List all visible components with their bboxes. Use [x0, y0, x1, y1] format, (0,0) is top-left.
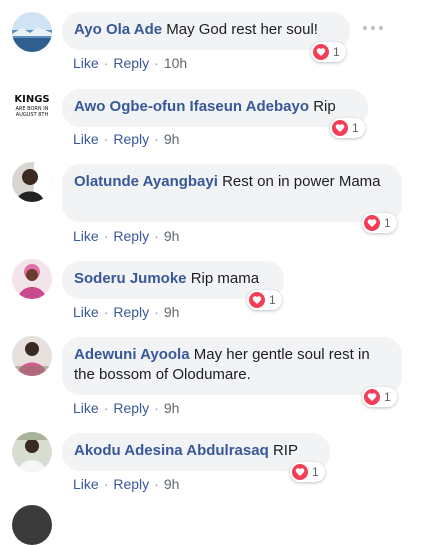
comment-actions: Like · Reply · 9h: [73, 476, 180, 492]
heart-icon: [313, 44, 329, 60]
avatar-photo-icon: [12, 336, 52, 376]
heart-icon: [292, 464, 308, 480]
avatar[interactable]: [12, 162, 52, 202]
reaction-count[interactable]: 1: [247, 290, 282, 310]
reply-link[interactable]: Reply: [113, 304, 149, 320]
like-link[interactable]: Like: [73, 131, 99, 147]
comment-time[interactable]: 9h: [164, 400, 180, 416]
avatar-photo-icon: [12, 432, 52, 472]
reaction-number: 1: [384, 390, 391, 404]
comment-author[interactable]: Olatunde Ayangbayi: [74, 173, 218, 190]
avatar[interactable]: [12, 432, 52, 472]
heart-icon: [249, 292, 265, 308]
comment-text: Rest on in power Mama: [222, 173, 381, 190]
comment-author[interactable]: Adewuni Ayoola: [74, 346, 190, 363]
comment-text: Rip mama: [190, 270, 260, 287]
reaction-count[interactable]: 1: [311, 42, 346, 62]
comment-time[interactable]: 9h: [164, 131, 180, 147]
avatar[interactable]: [12, 259, 52, 299]
avatar[interactable]: [12, 505, 52, 545]
comment-text: May God rest her soul!: [166, 21, 318, 38]
comment-actions: Like · Reply · 9h: [73, 304, 180, 320]
like-link[interactable]: Like: [73, 304, 99, 320]
comment-time[interactable]: 9h: [164, 476, 180, 492]
comment-author[interactable]: Soderu Jumoke: [74, 270, 187, 287]
reaction-number: 1: [384, 216, 391, 230]
comment-bubble: Adewuni Ayoola May her gentle soul rest …: [62, 337, 402, 395]
comment-author[interactable]: Akodu Adesina Abdulrasaq: [74, 442, 269, 459]
comment-time[interactable]: 9h: [164, 228, 180, 244]
reply-link[interactable]: Reply: [113, 476, 149, 492]
reply-link[interactable]: Reply: [113, 55, 149, 71]
svg-text:KINGS: KINGS: [14, 94, 49, 105]
reply-link[interactable]: Reply: [113, 228, 149, 244]
avatar-photo-icon: [12, 162, 52, 202]
avatar[interactable]: KINGS ARE BORN IN AUGUST 8TH: [12, 85, 52, 125]
comment-bubble: Ayo Ola Ade May God rest her soul!: [62, 12, 350, 50]
comment-actions: Like · Reply · 9h: [73, 228, 180, 244]
like-link[interactable]: Like: [73, 55, 99, 71]
comment-bubble: Akodu Adesina Abdulrasaq RIP: [62, 433, 330, 471]
comment-actions: Like · Reply · 9h: [73, 400, 180, 416]
avatar-photo-icon: [12, 259, 52, 299]
comment-bubble: Olatunde Ayangbayi Rest on in power Mama: [62, 164, 402, 222]
avatar[interactable]: [12, 336, 52, 376]
svg-text:AUGUST 8TH: AUGUST 8TH: [16, 112, 49, 118]
avatar[interactable]: [12, 12, 52, 52]
comment-bubble: Awo Ogbe-ofun Ifaseun Adebayo Rip: [62, 89, 368, 127]
comment-text: RIP: [272, 442, 298, 459]
heart-icon: [364, 389, 380, 405]
comment-author[interactable]: Ayo Ola Ade: [74, 21, 162, 38]
comment-actions: Like · Reply · 10h: [73, 55, 188, 71]
comment-actions: Like · Reply · 9h: [73, 131, 180, 147]
comment-time[interactable]: 9h: [164, 304, 180, 320]
like-link[interactable]: Like: [73, 228, 99, 244]
heart-icon: [332, 120, 348, 136]
reaction-count[interactable]: 1: [330, 118, 365, 138]
avatar-landscape-icon: [12, 12, 52, 52]
reaction-count[interactable]: 1: [362, 213, 397, 233]
reaction-number: 1: [269, 293, 276, 307]
reaction-number: 1: [312, 465, 319, 479]
like-link[interactable]: Like: [73, 400, 99, 416]
reply-link[interactable]: Reply: [113, 131, 149, 147]
reaction-number: 1: [333, 45, 340, 59]
avatar-kings-logo-icon: KINGS ARE BORN IN AUGUST 8TH: [12, 85, 52, 125]
reaction-number: 1: [352, 121, 359, 135]
reaction-count[interactable]: 1: [290, 462, 325, 482]
reply-link[interactable]: Reply: [113, 400, 149, 416]
reaction-count[interactable]: 1: [362, 387, 397, 407]
heart-icon: [364, 215, 380, 231]
comment-time[interactable]: 10h: [164, 55, 187, 71]
comment-text: Rip: [313, 98, 336, 115]
comment-author[interactable]: Awo Ogbe-ofun Ifaseun Adebayo: [74, 98, 309, 115]
more-options-icon[interactable]: [363, 24, 383, 32]
like-link[interactable]: Like: [73, 476, 99, 492]
